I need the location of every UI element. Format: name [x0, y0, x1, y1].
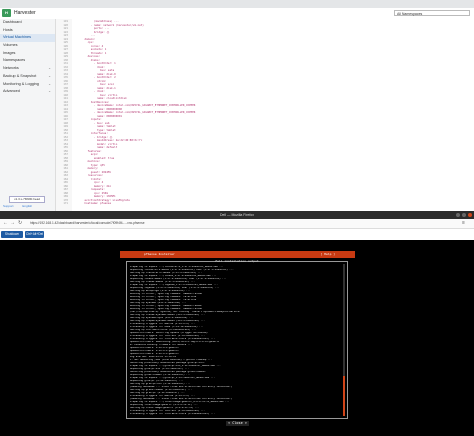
address-field[interactable]: https://192.168.1.42/dashboard/harvester… — [30, 221, 430, 226]
sidebar-item-label: Images — [3, 50, 16, 55]
output-title: Full installation output — [215, 259, 259, 263]
line-number: 171 — [63, 202, 68, 205]
support-link[interactable]: Support — [3, 204, 14, 208]
sidebar-item-label: Monitoring & Logging — [3, 81, 39, 86]
close-button[interactable]: < Close > — [226, 421, 249, 426]
sidebar-item-label: Backup & Snapshot — [3, 73, 37, 78]
installer-title: pfSense Installer — [144, 252, 175, 256]
menu-icon[interactable]: ≡ — [462, 220, 465, 227]
console-controls: Shutdown Ctrl+Alt+Del — [0, 229, 474, 240]
sidebar-item[interactable]: Virtual Machines — [0, 34, 55, 43]
code-text: hostname: pfsense — [72, 202, 112, 205]
minimize-icon[interactable] — [456, 213, 460, 217]
namespace-filter[interactable]: All Namespaces — [394, 10, 470, 16]
sidebar-item[interactable]: Monitoring & Logging ⌄ — [0, 81, 55, 89]
language-link[interactable]: English — [22, 204, 32, 208]
harvester-logo: H — [2, 9, 11, 17]
ctrl-alt-del-button[interactable]: Ctrl+Alt+Del — [25, 231, 44, 238]
help-button[interactable]: [ Help ] — [321, 251, 335, 258]
url-bar: ← → ↻ https://192.168.1.42/dashboard/har… — [0, 219, 474, 229]
sidebar-item-label: Volumes — [3, 43, 18, 48]
installer-dialog: pfSense Installer [ Help ] Full installa… — [120, 251, 355, 429]
sidebar-item[interactable]: Dashboard — [0, 19, 55, 27]
sidebar-item-label: Virtual Machines — [3, 35, 31, 40]
chevron-down-icon[interactable]: ⌄ — [48, 81, 51, 89]
browser-tab-strip: HomelabBlogDashboardVirtual MachinesNode… — [0, 0, 474, 8]
sidebar-item[interactable]: Volumes — [0, 42, 55, 50]
sidebar-item[interactable]: Images — [0, 50, 55, 58]
log-line: Processing triggers for initramfs-tools … — [130, 413, 215, 415]
chevron-down-icon[interactable]: ⌄ — [48, 88, 51, 96]
sidebar-item[interactable]: Namespaces — [0, 57, 55, 65]
reload-icon[interactable]: ↻ — [18, 220, 22, 227]
shutdown-button[interactable]: Shutdown — [1, 231, 23, 238]
sidebar-item-label: Networks — [3, 66, 19, 71]
window-titlebar: Dell — Mozilla Firefox — [0, 211, 474, 219]
sidebar-item-label: Advanced — [3, 89, 20, 94]
sidebar-item[interactable]: Hosts — [0, 27, 55, 35]
installer-header: pfSense Installer [ Help ] — [120, 251, 355, 258]
sidebar-item[interactable]: Networks ⌄ — [0, 65, 55, 73]
output-scrollbar[interactable] — [343, 264, 345, 416]
sidebar: Dashboard Hosts Virtual Machines Volumes Ima… — [0, 19, 56, 211]
cluster-name[interactable]: Harvester — [14, 10, 36, 16]
sidebar-item-label: Dashboard — [3, 20, 22, 24]
version-badge: v1.3.x-7f09f4f-head — [9, 196, 45, 203]
sidebar-footer: Support English — [3, 204, 53, 208]
output-box: Full installation output Preparing to un… — [126, 259, 348, 419]
back-icon[interactable]: ← — [3, 220, 8, 227]
chevron-down-icon[interactable]: ⌄ — [48, 73, 51, 81]
close-icon[interactable] — [468, 213, 472, 217]
code-line: 171 hostname: pfsense — [56, 202, 474, 205]
chevron-down-icon[interactable]: ⌄ — [48, 65, 51, 73]
sidebar-item[interactable]: Advanced ⌄ — [0, 88, 55, 96]
window-title: Dell — Mozilla Firefox — [219, 213, 255, 217]
sidebar-item-label: Hosts — [3, 27, 13, 32]
forward-icon[interactable]: → — [10, 220, 15, 227]
sidebar-item[interactable]: Backup & Snapshot ⌄ — [0, 73, 55, 81]
maximize-icon[interactable] — [462, 213, 466, 217]
sidebar-item-label: Namespaces — [3, 58, 26, 63]
yaml-editor[interactable]: 119 (macAddress) ... 120 - name: network … — [56, 19, 474, 211]
scroll-thumb[interactable] — [343, 376, 345, 416]
